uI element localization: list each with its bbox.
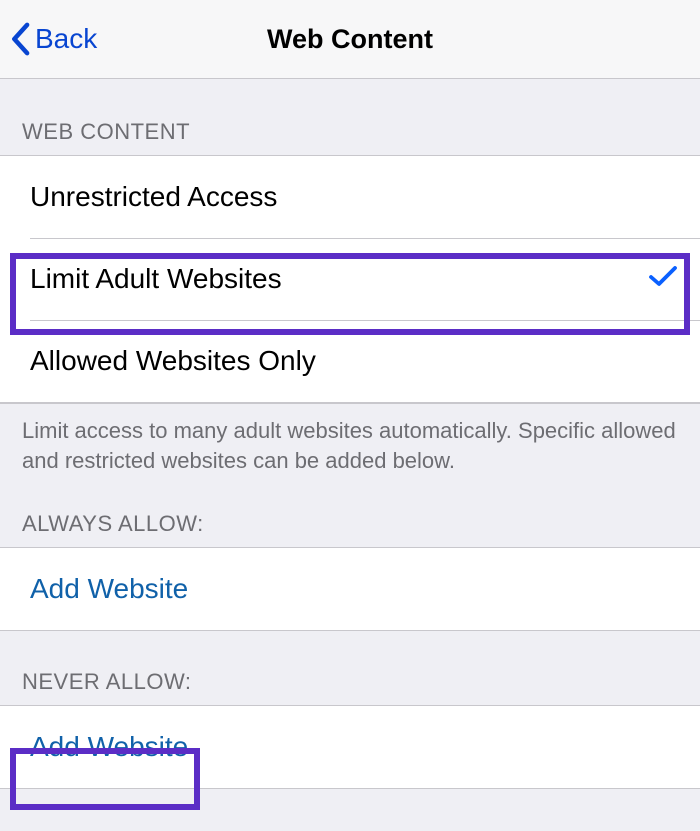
option-label: Unrestricted Access	[30, 181, 277, 213]
back-button[interactable]: Back	[10, 22, 97, 56]
chevron-left-icon	[10, 22, 30, 56]
add-website-label: Add Website	[30, 573, 188, 605]
option-limit-adult-websites[interactable]: Limit Adult Websites	[0, 238, 700, 320]
section-header-never-allow: NEVER ALLOW:	[0, 631, 700, 705]
never-allow-group: Add Website	[0, 705, 700, 789]
section-footer: Limit access to many adult websites auto…	[0, 403, 700, 485]
add-website-never-allow[interactable]: Add Website	[0, 706, 700, 788]
options-group: Unrestricted Access Limit Adult Websites…	[0, 155, 700, 403]
section-header-always-allow: ALWAYS ALLOW:	[0, 485, 700, 547]
navbar: Back Web Content	[0, 0, 700, 79]
option-allowed-websites-only[interactable]: Allowed Websites Only	[0, 320, 700, 402]
option-unrestricted-access[interactable]: Unrestricted Access	[0, 156, 700, 238]
option-label: Allowed Websites Only	[30, 345, 316, 377]
always-allow-group: Add Website	[0, 547, 700, 631]
back-label: Back	[35, 23, 97, 55]
checkmark-icon	[648, 263, 678, 295]
section-header-web-content: WEB CONTENT	[0, 79, 700, 155]
add-website-always-allow[interactable]: Add Website	[0, 548, 700, 630]
option-label: Limit Adult Websites	[30, 263, 282, 295]
add-website-label: Add Website	[30, 731, 188, 763]
page-title: Web Content	[267, 24, 433, 55]
